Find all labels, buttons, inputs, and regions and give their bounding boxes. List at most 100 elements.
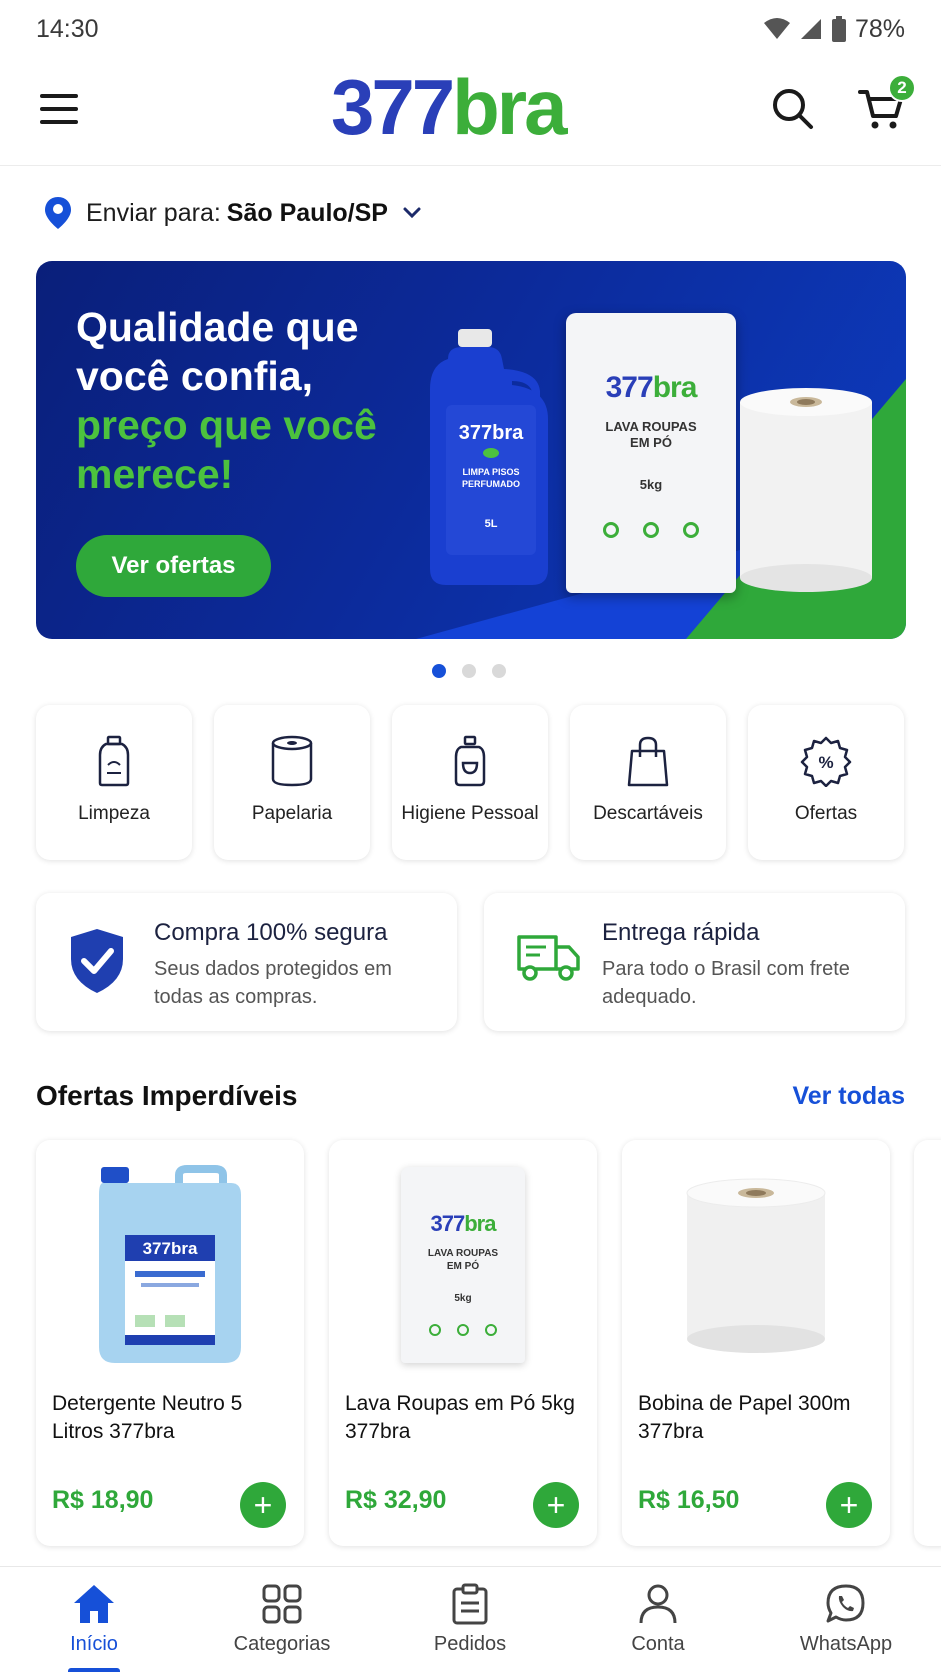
cart-count-badge: 2 (888, 74, 916, 102)
soap-dispenser-icon (454, 735, 486, 787)
chevron-down-icon (403, 207, 421, 219)
delivery-truck-icon (517, 935, 580, 981)
bottom-navigation: Início Categorias Pedidos Conta WhatsApp (0, 1566, 941, 1672)
category-label: Higiene Pessoal (401, 803, 539, 824)
product-name: Detergente Neutro 5 Litros 377bra (52, 1392, 243, 1443)
product-image-laundry-powder: 377bra LAVA ROUPAS EM PÓ 5kg (329, 1160, 597, 1370)
product-image-detergent: 377bra (36, 1160, 304, 1370)
product-price: R$ 32,90 (345, 1486, 447, 1514)
nav-label: Conta (631, 1633, 685, 1655)
hero-line-4: merece! (76, 451, 234, 497)
next-product-card-partial[interactable] (914, 1140, 941, 1546)
add-to-cart-button[interactable]: + (240, 1482, 286, 1528)
bag-weight: 5kg (639, 477, 663, 492)
product-name: Lava Roupas em Pó 5kg 377bra (345, 1392, 575, 1443)
carousel-pagination (432, 664, 506, 678)
discount-badge-icon: % (800, 736, 852, 787)
category-label: Limpeza (78, 803, 150, 824)
cleaner-bottle-image: 377bra LIMPA PISOS PERFUMADO 5L (430, 329, 548, 585)
see-offers-button[interactable]: Ver ofertas (76, 535, 271, 597)
nav-label: Categorias (233, 1633, 331, 1655)
category-label: Papelaria (251, 803, 333, 824)
battery-icon (831, 16, 846, 42)
menu-icon (40, 94, 78, 98)
product-name: Bobina de Papel 300m 377bra (638, 1392, 851, 1443)
shield-check-icon (71, 929, 123, 993)
category-ofertas[interactable]: % Ofertas (748, 705, 904, 860)
carousel-dot-1[interactable] (432, 664, 446, 678)
nav-conta[interactable]: Conta (564, 1567, 752, 1672)
product-image-paper-roll (622, 1160, 890, 1370)
svg-text:LIMPA PISOS: LIMPA PISOS (462, 467, 519, 477)
info-subtitle: Para todo o Brasil com frete adequado. (602, 958, 850, 1008)
ship-to-selector[interactable]: Enviar para: São Paulo/SP (44, 196, 422, 230)
add-to-cart-button[interactable]: + (826, 1482, 872, 1528)
cart-button[interactable]: 2 (858, 74, 916, 137)
laundry-bag-graphic: 377bra LAVA ROUPAS EM PÓ 5kg (401, 1167, 525, 1363)
ship-to-city: São Paulo/SP (226, 198, 388, 227)
hero-banner[interactable]: Qualidade que você confia, preço que voc… (36, 261, 906, 639)
nav-whatsapp[interactable]: WhatsApp (752, 1567, 940, 1672)
grid-icon (262, 1584, 302, 1624)
carousel-dot-3[interactable] (492, 664, 506, 678)
product-price: R$ 16,50 (638, 1486, 740, 1514)
category-limpeza[interactable]: Limpeza (36, 705, 192, 860)
info-title: Compra 100% segura (154, 919, 388, 946)
fast-delivery-card: Entrega rápida Para todo o Brasil com fr… (484, 893, 905, 1031)
status-icons: 78% (763, 15, 905, 44)
paper-roll-icon (271, 735, 313, 787)
menu-button[interactable] (40, 94, 80, 130)
search-button[interactable] (770, 86, 816, 137)
menu-icon-bar (40, 120, 78, 124)
bottle-logo: 377bra (459, 422, 524, 444)
brand-logo[interactable]: 377bra (331, 68, 568, 146)
secure-purchase-card: Compra 100% segura Seus dados protegidos… (36, 893, 457, 1031)
nav-pedidos[interactable]: Pedidos (376, 1567, 564, 1672)
shopping-bag-icon (627, 736, 669, 787)
offers-section-title: Ofertas Imperdíveis (36, 1080, 298, 1111)
svg-text:%: % (818, 753, 833, 772)
category-papelaria[interactable]: Papelaria (214, 705, 370, 860)
product-card[interactable]: 377bra LAVA ROUPAS EM PÓ 5kg Lava Roupas … (329, 1140, 597, 1546)
nav-inicio[interactable]: Início (0, 1567, 188, 1672)
battery-level: 78% (854, 14, 905, 43)
bag-logo-number: 377 (605, 371, 654, 404)
bag-logo: 377bra (566, 371, 736, 405)
location-pin-icon (45, 197, 71, 229)
status-bar: 14:30 78% (0, 0, 941, 58)
bag-line-1: LAVA ROUPAS (605, 419, 697, 434)
product-card[interactable]: Bobina de Papel 300m 377bra R$ 16,50 + (622, 1140, 890, 1546)
carousel-dot-2[interactable] (462, 664, 476, 678)
active-tab-indicator (68, 1668, 120, 1672)
bag-title: LAVA ROUPAS EM PÓ (566, 419, 736, 451)
signal-icon (800, 19, 821, 39)
nav-label: Início (70, 1633, 118, 1655)
hero-headline: Qualidade que você confia, preço que voc… (76, 303, 436, 499)
see-all-link[interactable]: Ver todas (792, 1082, 905, 1111)
hero-line-2: você confia, (76, 353, 313, 399)
menu-icon-bar (40, 107, 78, 111)
clipboard-icon (452, 1583, 488, 1625)
bag-logo-text: bra (652, 371, 698, 404)
bag-badges (566, 522, 736, 538)
bag-line-2: EM PÓ (630, 435, 672, 450)
search-icon (773, 89, 813, 129)
detergent-bag-image: 377bra LAVA ROUPAS EM PÓ 5kg (566, 313, 736, 593)
svg-text:377bra: 377bra (143, 1239, 198, 1258)
product-card[interactable]: 377bra Detergente Neutro 5 Litros 377bra… (36, 1140, 304, 1546)
hero-line-3: preço que você (76, 402, 377, 448)
user-icon (639, 1584, 677, 1624)
whatsapp-icon (826, 1584, 865, 1623)
bottle-volume: 5L (485, 518, 498, 530)
category-descartaveis[interactable]: Descartáveis (570, 705, 726, 860)
category-higiene-pessoal[interactable]: Higiene Pessoal (392, 705, 548, 860)
nav-label: WhatsApp (799, 1633, 893, 1655)
add-to-cart-button[interactable]: + (533, 1482, 579, 1528)
nav-categorias[interactable]: Categorias (188, 1567, 376, 1672)
category-label: Ofertas (794, 803, 858, 824)
info-subtitle: Seus dados protegidos em todas as compra… (154, 958, 392, 1008)
wifi-icon (763, 18, 790, 39)
category-shortcuts: Limpeza Papelaria Higiene Pessoal Descar… (36, 705, 904, 860)
logo-number: 377 (331, 63, 455, 151)
svg-text:PERFUMADO: PERFUMADO (462, 479, 520, 489)
